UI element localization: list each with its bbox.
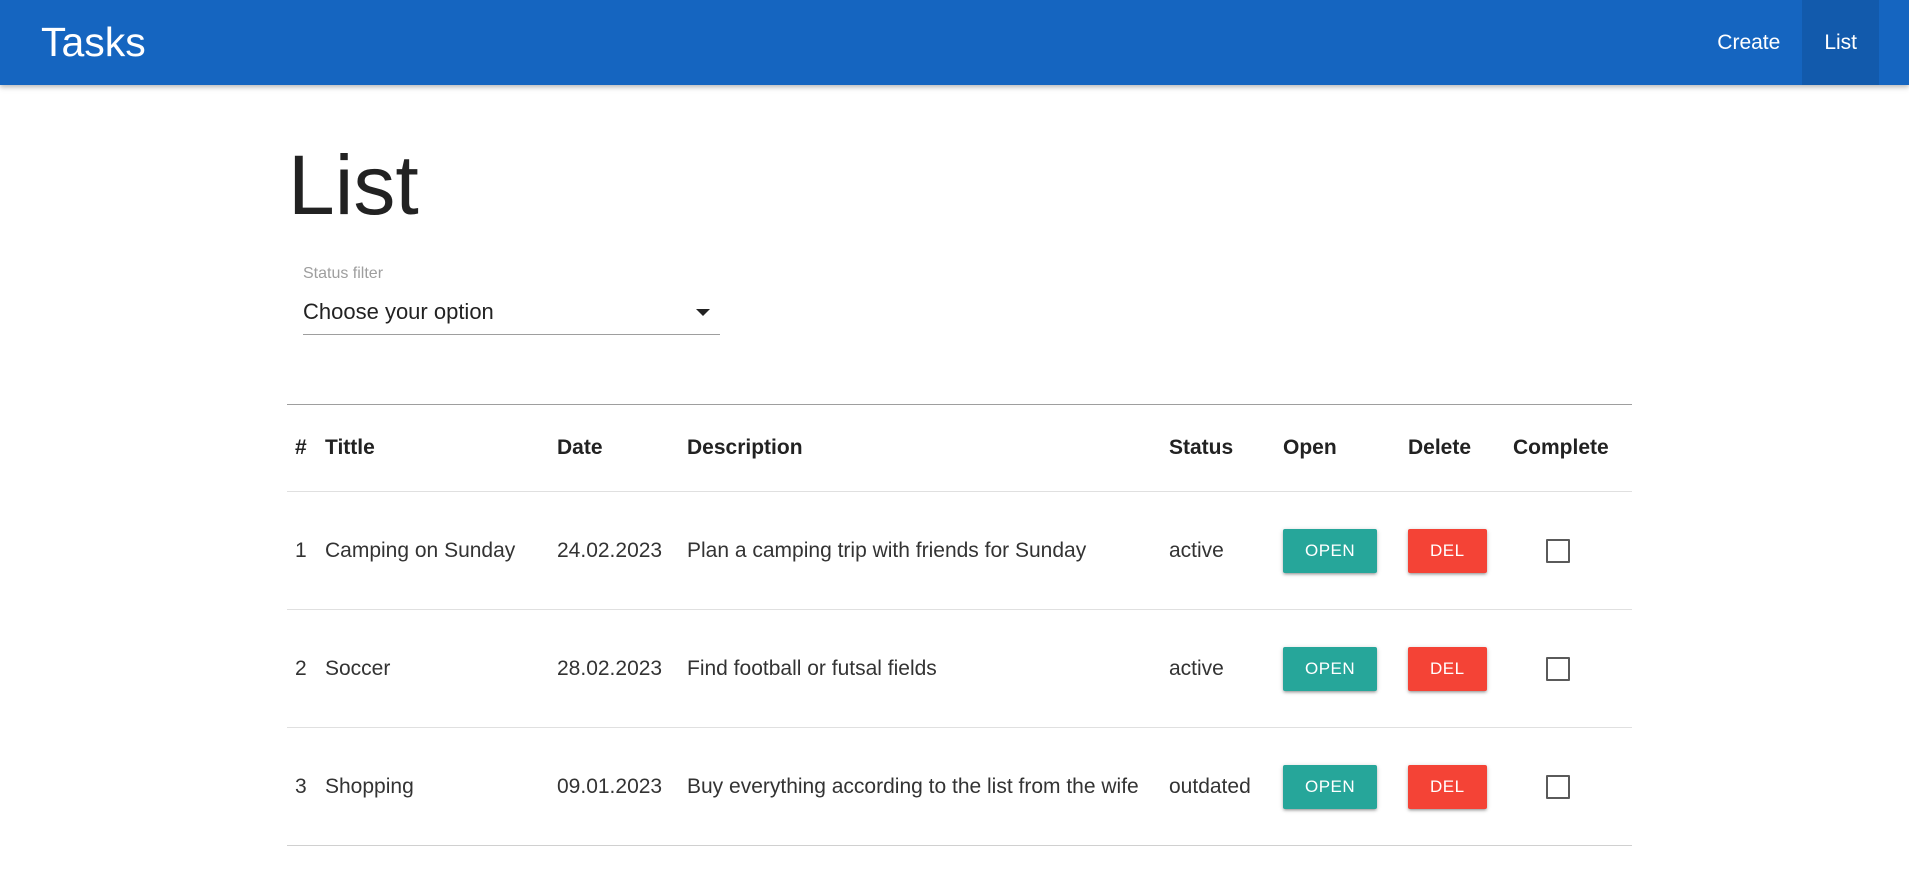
header-date: Date: [549, 404, 679, 492]
table-row: 2 Soccer 28.02.2023 Find football or fut…: [287, 609, 1632, 728]
table-body: 1 Camping on Sunday 24.02.2023 Plan a ca…: [287, 491, 1632, 846]
row-date: 28.02.2023: [549, 609, 679, 728]
row-open-cell: OPEN: [1275, 491, 1400, 610]
open-button[interactable]: OPEN: [1283, 646, 1378, 691]
nav-link-create[interactable]: Create: [1695, 0, 1802, 85]
nav-link-list[interactable]: List: [1802, 0, 1879, 85]
row-description: Find football or futsal fields: [679, 609, 1161, 728]
open-button[interactable]: OPEN: [1283, 528, 1378, 573]
status-filter: Status filter Choose your option: [303, 265, 720, 345]
row-status: active: [1161, 609, 1275, 728]
row-status: active: [1161, 491, 1275, 610]
row-open-cell: OPEN: [1275, 727, 1400, 846]
tasks-table: # Tittle Date Description Status Open De…: [287, 404, 1632, 846]
status-filter-select[interactable]: Choose your option: [303, 287, 720, 335]
complete-checkbox[interactable]: [1546, 774, 1570, 799]
row-open-cell: OPEN: [1275, 609, 1400, 728]
brand-logo[interactable]: Tasks: [41, 0, 146, 85]
nav-links: Create List: [1695, 0, 1879, 85]
caret-down-icon: [696, 309, 710, 316]
header-open: Open: [1275, 404, 1400, 492]
row-date: 09.01.2023: [549, 727, 679, 846]
row-complete-cell: [1505, 727, 1632, 846]
table-row: 3 Shopping 09.01.2023 Buy everything acc…: [287, 727, 1632, 846]
row-description: Buy everything according to the list fro…: [679, 727, 1161, 846]
row-complete-cell: [1505, 491, 1632, 610]
status-filter-label: Status filter: [303, 265, 384, 282]
header-description: Description: [679, 404, 1161, 492]
header-num: #: [287, 404, 317, 492]
delete-button[interactable]: DEL: [1408, 528, 1487, 573]
header-complete: Complete: [1505, 404, 1632, 492]
row-delete-cell: DEL: [1400, 491, 1505, 610]
page-title: List: [288, 138, 419, 232]
table-row: 1 Camping on Sunday 24.02.2023 Plan a ca…: [287, 491, 1632, 610]
row-description: Plan a camping trip with friends for Sun…: [679, 491, 1161, 610]
top-navbar: Tasks Create List: [0, 0, 1909, 85]
header-delete: Delete: [1400, 404, 1505, 492]
table-header: # Tittle Date Description Status Open De…: [287, 404, 1632, 492]
header-title: Tittle: [317, 404, 549, 492]
row-status: outdated: [1161, 727, 1275, 846]
row-num: 1: [287, 491, 317, 610]
row-delete-cell: DEL: [1400, 727, 1505, 846]
row-complete-cell: [1505, 609, 1632, 728]
header-status: Status: [1161, 404, 1275, 492]
row-title: Soccer: [317, 609, 549, 728]
status-filter-value: Choose your option: [303, 299, 494, 324]
complete-checkbox[interactable]: [1546, 538, 1570, 563]
row-date: 24.02.2023: [549, 491, 679, 610]
delete-button[interactable]: DEL: [1408, 646, 1487, 691]
complete-checkbox[interactable]: [1546, 656, 1570, 681]
row-title: Shopping: [317, 727, 549, 846]
row-num: 2: [287, 609, 317, 728]
delete-button[interactable]: DEL: [1408, 764, 1487, 809]
row-title: Camping on Sunday: [317, 491, 549, 610]
row-num: 3: [287, 727, 317, 846]
row-delete-cell: DEL: [1400, 609, 1505, 728]
table-header-row: # Tittle Date Description Status Open De…: [287, 404, 1632, 492]
open-button[interactable]: OPEN: [1283, 764, 1378, 809]
